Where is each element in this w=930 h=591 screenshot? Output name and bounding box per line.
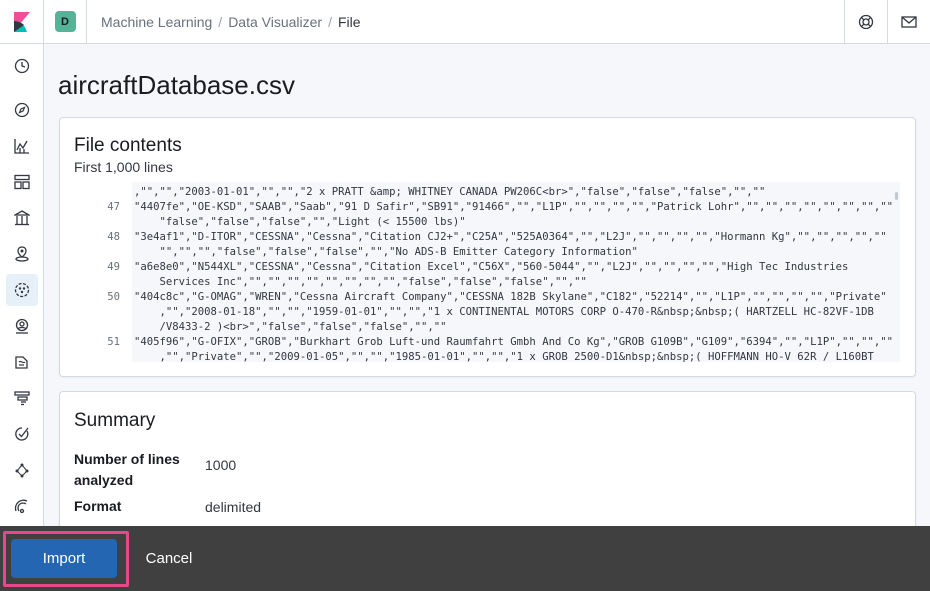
nav-dashboard[interactable]	[6, 166, 38, 198]
nav-infrastructure[interactable]	[6, 310, 38, 342]
code-line: "4407fe","OE-KSD","SAAB","Saab","91 D Sa…	[134, 201, 893, 213]
dashboard-icon	[14, 174, 30, 190]
summary-title: Summary	[74, 410, 156, 431]
graph-icon	[15, 463, 29, 478]
code-line: Services Inc","","","","","","","","","f…	[134, 276, 587, 288]
nav-apm[interactable]	[6, 382, 38, 414]
help-button[interactable]	[844, 0, 887, 44]
code-line: "404c8c","G-OMAG","WREN","Cessna Aircraf…	[134, 291, 887, 303]
code-line: "false","false","false","","Light (< 155…	[134, 216, 466, 228]
breadcrumb-separator: /	[218, 13, 223, 30]
code-line: /V8433-2 )<br>","false","false","false",…	[134, 321, 447, 333]
file-contents-subtitle: First 1,000 lines	[74, 159, 173, 175]
breadcrumb-file: File	[337, 13, 361, 30]
cancel-button[interactable]: Cancel	[139, 539, 199, 578]
monitoring-icon	[14, 499, 28, 514]
bottom-action-bar: Import Cancel	[0, 526, 930, 591]
uptime-icon	[15, 427, 29, 441]
line-number: 50	[107, 291, 120, 303]
nav-maps[interactable]	[6, 238, 38, 270]
line-number: 47	[107, 201, 120, 213]
space-avatar: D	[54, 11, 76, 32]
format-value: delimited	[205, 499, 262, 515]
code-line: "405f96","G-OFIX","GROB","Burkhart Grob …	[134, 336, 893, 348]
file-contents-panel: File contents First 1,000 lines ,"","","…	[59, 117, 916, 377]
side-nav	[0, 44, 44, 526]
line-number: 48	[107, 231, 120, 243]
code-scrollbar[interactable]	[895, 192, 898, 200]
breadcrumb-machine-learning[interactable]: Machine Learning	[101, 14, 212, 30]
nav-logs[interactable]	[6, 346, 38, 378]
lines-analyzed-label: Number of lines analyzed	[74, 451, 180, 488]
breadcrumb: Machine Learning / Data Visualizer / Fil…	[87, 14, 844, 30]
nav-graph[interactable]	[6, 454, 38, 486]
top-header: D Machine Learning / Data Visualizer / F…	[0, 0, 930, 44]
mail-icon	[901, 15, 917, 28]
file-contents-title: File contents	[74, 135, 182, 156]
nav-monitoring[interactable]	[6, 490, 38, 522]
code-line: "a6e8e0","N544XL","CESSNA","Cessna","Cit…	[134, 261, 849, 273]
import-button[interactable]: Import	[11, 539, 117, 578]
newsfeed-button[interactable]	[887, 0, 930, 44]
kibana-logo[interactable]	[0, 0, 44, 44]
code-line: "3e4af1","D-ITOR","CESSNA","Cessna","Cit…	[134, 231, 887, 243]
line-number: 51	[107, 336, 120, 348]
infrastructure-icon	[15, 318, 29, 334]
clock-icon	[14, 58, 30, 74]
compass-icon	[14, 102, 30, 118]
main-content: aircraftDatabase.csv File contents First…	[44, 45, 930, 526]
nav-uptime[interactable]	[6, 418, 38, 450]
code-line: ,"","2008-01-18","","","1959-01-01","","…	[134, 306, 874, 318]
help-lifebuoy-icon	[858, 14, 874, 29]
page-title: aircraftDatabase.csv	[58, 70, 295, 100]
nav-machine-learning[interactable]	[6, 274, 38, 306]
breadcrumb-data-visualizer[interactable]: Data Visualizer	[228, 14, 322, 30]
summary-panel: Summary Number of lines analyzed 1000 Fo…	[59, 391, 916, 526]
breadcrumb-separator: /	[328, 13, 332, 30]
visualize-icon	[14, 139, 29, 154]
code-line: ,"","Private","","2009-01-05","","","198…	[134, 351, 874, 362]
nav-visualize[interactable]	[6, 130, 38, 162]
nav-canvas[interactable]	[6, 202, 38, 234]
kibana-logo-icon	[13, 11, 30, 32]
code-line: ,"","","2003-01-01","","","2 x PRATT &am…	[134, 186, 766, 198]
nav-discover[interactable]	[6, 94, 38, 126]
nav-recently-viewed[interactable]	[6, 50, 38, 82]
maps-icon	[15, 246, 29, 262]
lines-analyzed-value: 1000	[205, 457, 237, 473]
canvas-icon	[14, 210, 30, 226]
space-selector[interactable]: D	[44, 0, 87, 44]
file-contents-code[interactable]: ,"","","2003-01-01","","","2 x PRATT &am…	[74, 182, 900, 362]
line-number: 49	[107, 261, 120, 273]
code-line: "","","","false","false","false","","No …	[134, 246, 638, 258]
apm-icon	[14, 391, 30, 406]
format-label: Format	[74, 498, 122, 514]
machine-learning-icon	[14, 282, 30, 298]
logs-icon	[15, 356, 28, 369]
